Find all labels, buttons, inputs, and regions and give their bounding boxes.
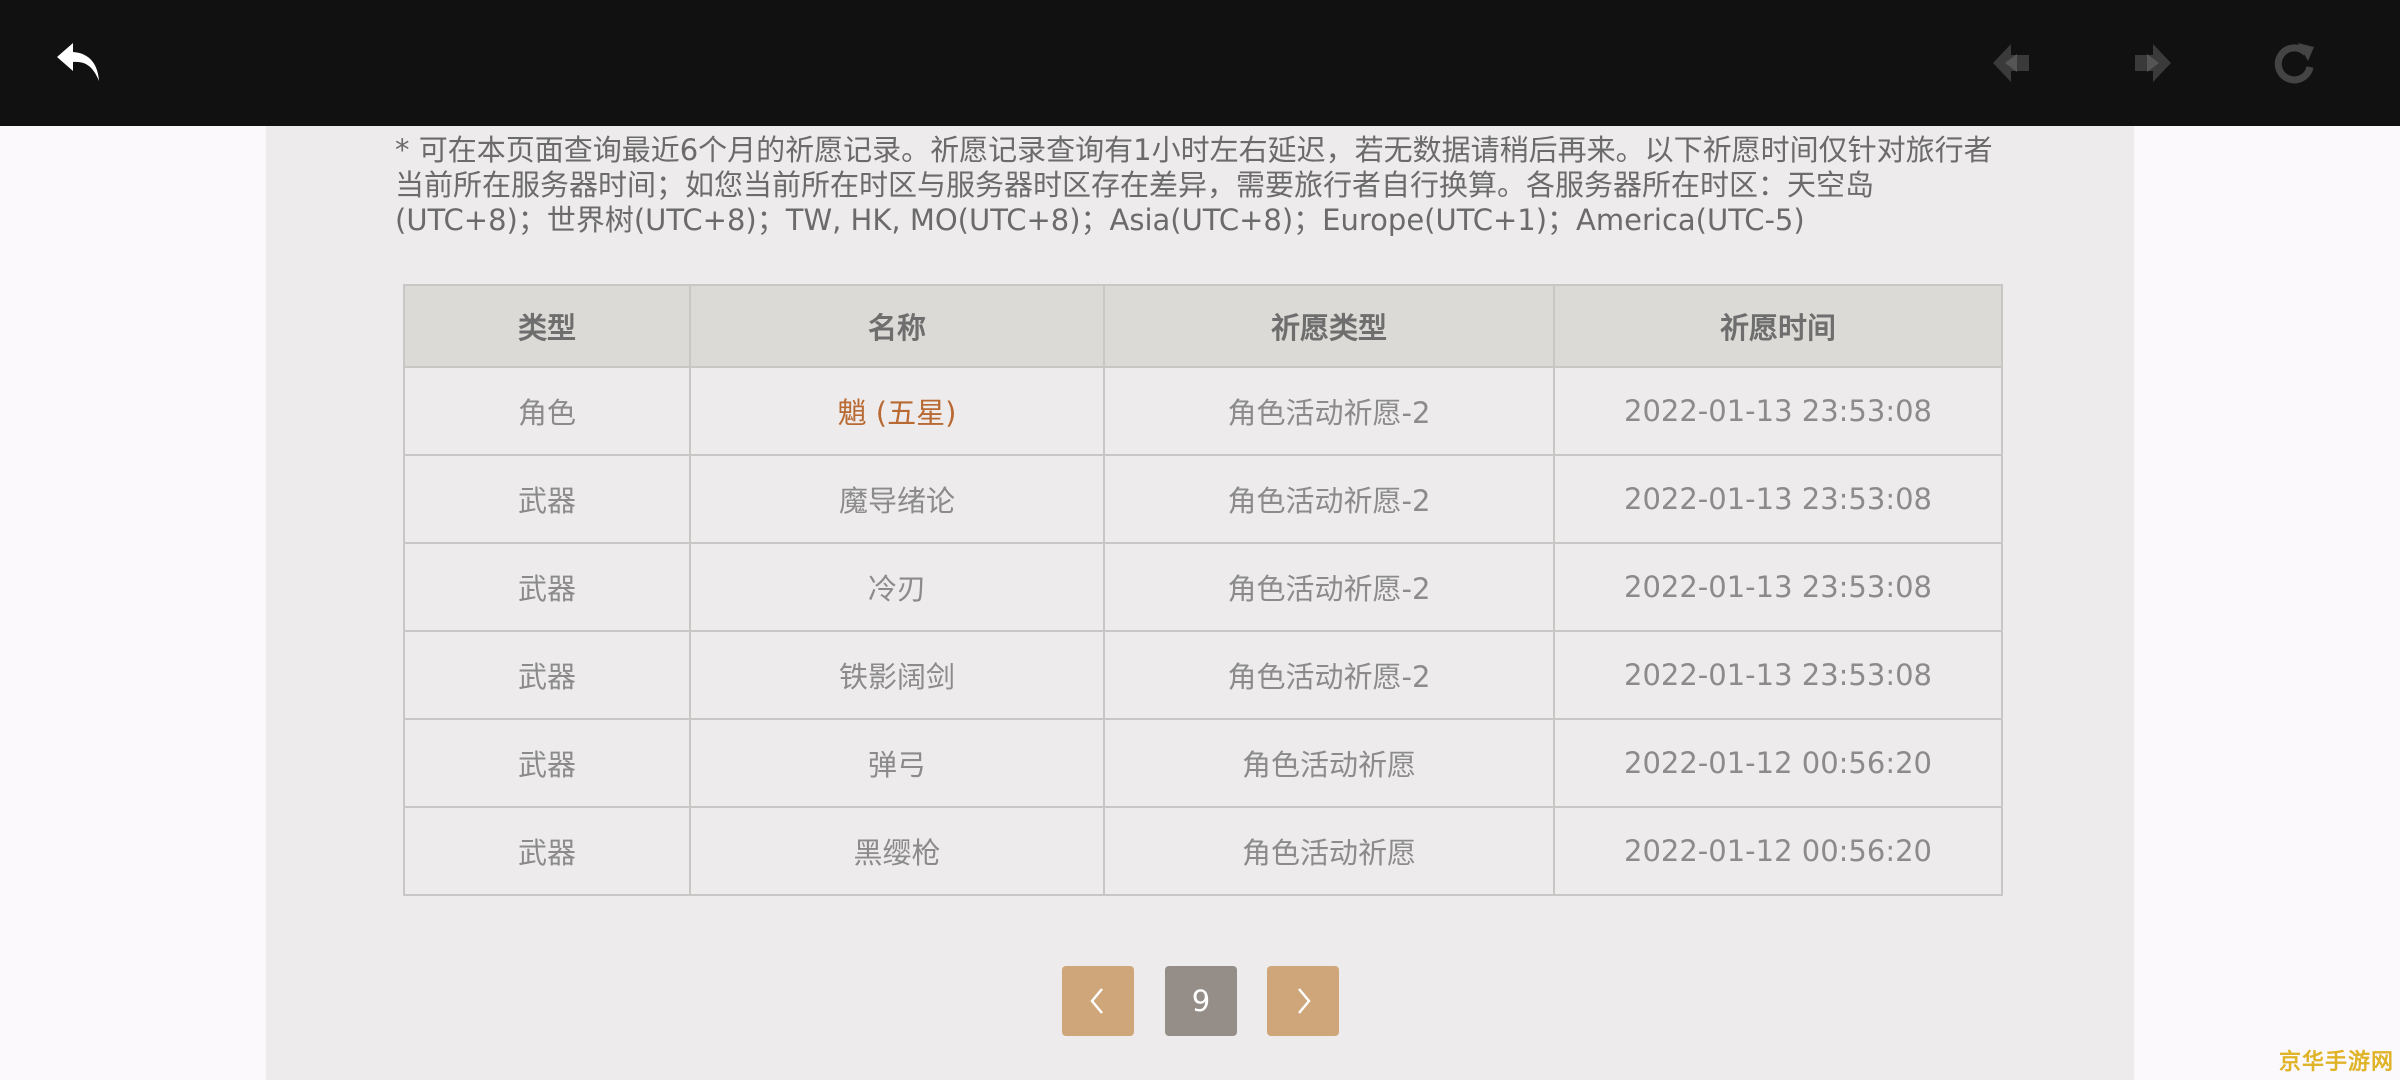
cell-name: 冷刃 (689, 542, 1105, 632)
wish-history-panel: * 可在本页面查询最近6个月的祈愿记录。祈愿记录查询有1小时左右延迟，若无数据请… (266, 126, 2134, 1080)
wish-records-table: 类型 名称 祈愿类型 祈愿时间 角色 魈 (五星) 角色活动祈愿-2 2022-… (403, 284, 2003, 896)
pagination-next-button[interactable] (1267, 966, 1339, 1036)
notice-text: * 可在本页面查询最近6个月的祈愿记录。祈愿记录查询有1小时左右延迟，若无数据请… (395, 133, 1993, 237)
cell-type: 武器 (403, 718, 691, 808)
table-row: 武器 黑缨枪 角色活动祈愿 2022-01-12 00:56:20 (403, 806, 2003, 896)
cell-type: 武器 (403, 630, 691, 720)
cell-wish-time: 2022-01-12 00:56:20 (1553, 718, 2003, 808)
prev-page-icon (1993, 44, 2029, 82)
cell-wish-time: 2022-01-13 23:53:08 (1553, 454, 2003, 544)
cell-wish-type: 角色活动祈愿 (1103, 718, 1555, 808)
pagination-current-page[interactable]: 9 (1165, 966, 1237, 1036)
header-name: 名称 (689, 284, 1105, 368)
cell-wish-time: 2022-01-13 23:53:08 (1553, 630, 2003, 720)
header-type: 类型 (403, 284, 691, 368)
cell-name-five-star: 魈 (五星) (689, 366, 1105, 456)
cell-wish-type: 角色活动祈愿 (1103, 806, 1555, 896)
cell-wish-type: 角色活动祈愿-2 (1103, 366, 1555, 456)
cell-wish-type: 角色活动祈愿-2 (1103, 454, 1555, 544)
chevron-right-icon (1298, 988, 1311, 1014)
cell-wish-time: 2022-01-12 00:56:20 (1553, 806, 2003, 896)
pagination-prev-button[interactable] (1062, 966, 1134, 1036)
table-row: 武器 弹弓 角色活动祈愿 2022-01-12 00:56:20 (403, 718, 2003, 808)
cell-wish-type: 角色活动祈愿-2 (1103, 630, 1555, 720)
cell-type: 武器 (403, 454, 691, 544)
cell-name: 铁影阔剑 (689, 630, 1105, 720)
prev-page-nav-button[interactable] (1982, 33, 2042, 93)
next-page-icon (2135, 44, 2171, 82)
table-row: 武器 铁影阔剑 角色活动祈愿-2 2022-01-13 23:53:08 (403, 630, 2003, 720)
cell-name: 弹弓 (689, 718, 1105, 808)
back-arrow-icon (57, 43, 99, 81)
table-row: 角色 魈 (五星) 角色活动祈愿-2 2022-01-13 23:53:08 (403, 366, 2003, 456)
cell-wish-time: 2022-01-13 23:53:08 (1553, 542, 2003, 632)
cell-wish-time: 2022-01-13 23:53:08 (1553, 366, 2003, 456)
cell-type: 武器 (403, 806, 691, 896)
table-row: 武器 冷刃 角色活动祈愿-2 2022-01-13 23:53:08 (403, 542, 2003, 632)
table-row: 武器 魔导绪论 角色活动祈愿-2 2022-01-13 23:53:08 (403, 454, 2003, 544)
watermark: 京华手游网 (2278, 1050, 2394, 1075)
refresh-icon (2274, 43, 2314, 84)
table-header-row: 类型 名称 祈愿类型 祈愿时间 (403, 284, 2003, 368)
cell-type: 武器 (403, 542, 691, 632)
cell-name: 魔导绪论 (689, 454, 1105, 544)
cell-name: 黑缨枪 (689, 806, 1105, 896)
header-wish-type: 祈愿类型 (1103, 284, 1555, 368)
cell-type: 角色 (403, 366, 691, 456)
top-toolbar (0, 0, 2400, 126)
next-page-nav-button[interactable] (2122, 33, 2182, 93)
chevron-left-icon (1090, 988, 1103, 1014)
header-wish-time: 祈愿时间 (1553, 284, 2003, 368)
back-button[interactable] (49, 33, 109, 93)
cell-wish-type: 角色活动祈愿-2 (1103, 542, 1555, 632)
refresh-button[interactable] (2264, 33, 2324, 93)
